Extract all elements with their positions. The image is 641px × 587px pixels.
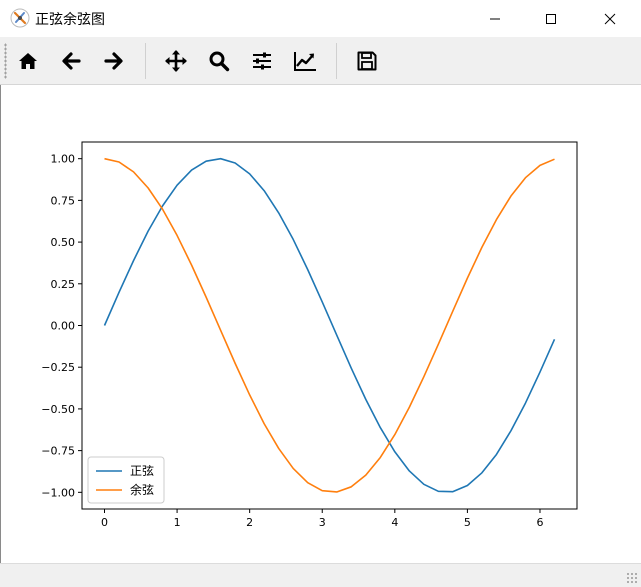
title-bar: 正弦余弦图: [0, 0, 641, 37]
x-tick-label: 5: [464, 516, 471, 529]
arrow-right-icon: [104, 52, 123, 70]
configure-subplots-button[interactable]: [245, 42, 279, 80]
y-tick-label: −0.50: [41, 403, 75, 416]
sliders-icon: [253, 52, 271, 70]
maximize-button[interactable]: [528, 0, 574, 37]
home-icon: [19, 53, 37, 69]
back-button[interactable]: [54, 42, 88, 80]
y-tick-label: 0.50: [51, 236, 76, 249]
navigation-toolbar: [0, 37, 641, 85]
zoom-button[interactable]: [202, 42, 236, 80]
y-tick-label: 0.00: [51, 320, 76, 333]
edit-axis-button[interactable]: [288, 42, 322, 80]
toolbar-separator: [145, 43, 146, 79]
resize-grip[interactable]: [626, 572, 638, 584]
legend-label-1: 余弦: [130, 482, 154, 497]
forward-button[interactable]: [97, 42, 131, 80]
legend-label-0: 正弦: [130, 463, 154, 478]
x-tick-label: 0: [101, 516, 108, 529]
y-tick-label: 0.75: [51, 194, 76, 207]
save-icon: [357, 51, 377, 71]
minimize-icon: [490, 18, 500, 19]
y-tick-label: −0.75: [41, 445, 75, 458]
x-tick-label: 2: [246, 516, 253, 529]
y-tick-label: 0.25: [51, 278, 76, 291]
line-chart-icon: [294, 52, 316, 71]
toolbar-separator: [336, 43, 337, 79]
x-tick-label: 4: [391, 516, 398, 529]
close-icon: [604, 13, 616, 24]
pan-button[interactable]: [159, 42, 193, 80]
x-tick-label: 6: [536, 516, 543, 529]
home-button[interactable]: [11, 42, 45, 80]
app-icon: [10, 8, 30, 28]
y-tick-label: 1.00: [51, 153, 76, 166]
status-bar: [0, 563, 641, 587]
save-button[interactable]: [350, 42, 384, 80]
move-icon: [165, 50, 187, 72]
close-button[interactable]: [587, 0, 633, 37]
x-tick-label: 1: [174, 516, 181, 529]
search-icon: [209, 51, 230, 72]
maximize-icon: [546, 13, 556, 24]
y-tick-label: −1.00: [41, 486, 75, 499]
y-tick-label: −0.25: [41, 361, 75, 374]
x-tick-label: 3: [319, 516, 326, 529]
legend: 正弦余弦: [87, 456, 165, 504]
window-title: 正弦余弦图: [35, 12, 105, 28]
plot-area: [81, 141, 578, 510]
figure-canvas[interactable]: 0 1 2 3 4 5 6 −1.00 −0.75 −0.50 −0.25 0.00 0.25 0.50 0…: [0, 85, 641, 563]
arrow-left-icon: [62, 52, 81, 70]
toolbar-grip[interactable]: [4, 43, 7, 79]
minimize-button[interactable]: [472, 0, 518, 37]
line-chart: 0 1 2 3 4 5 6 −1.00 −0.75 −0.50 −0.25 0.00 0.25 0.50 0…: [41, 141, 578, 529]
